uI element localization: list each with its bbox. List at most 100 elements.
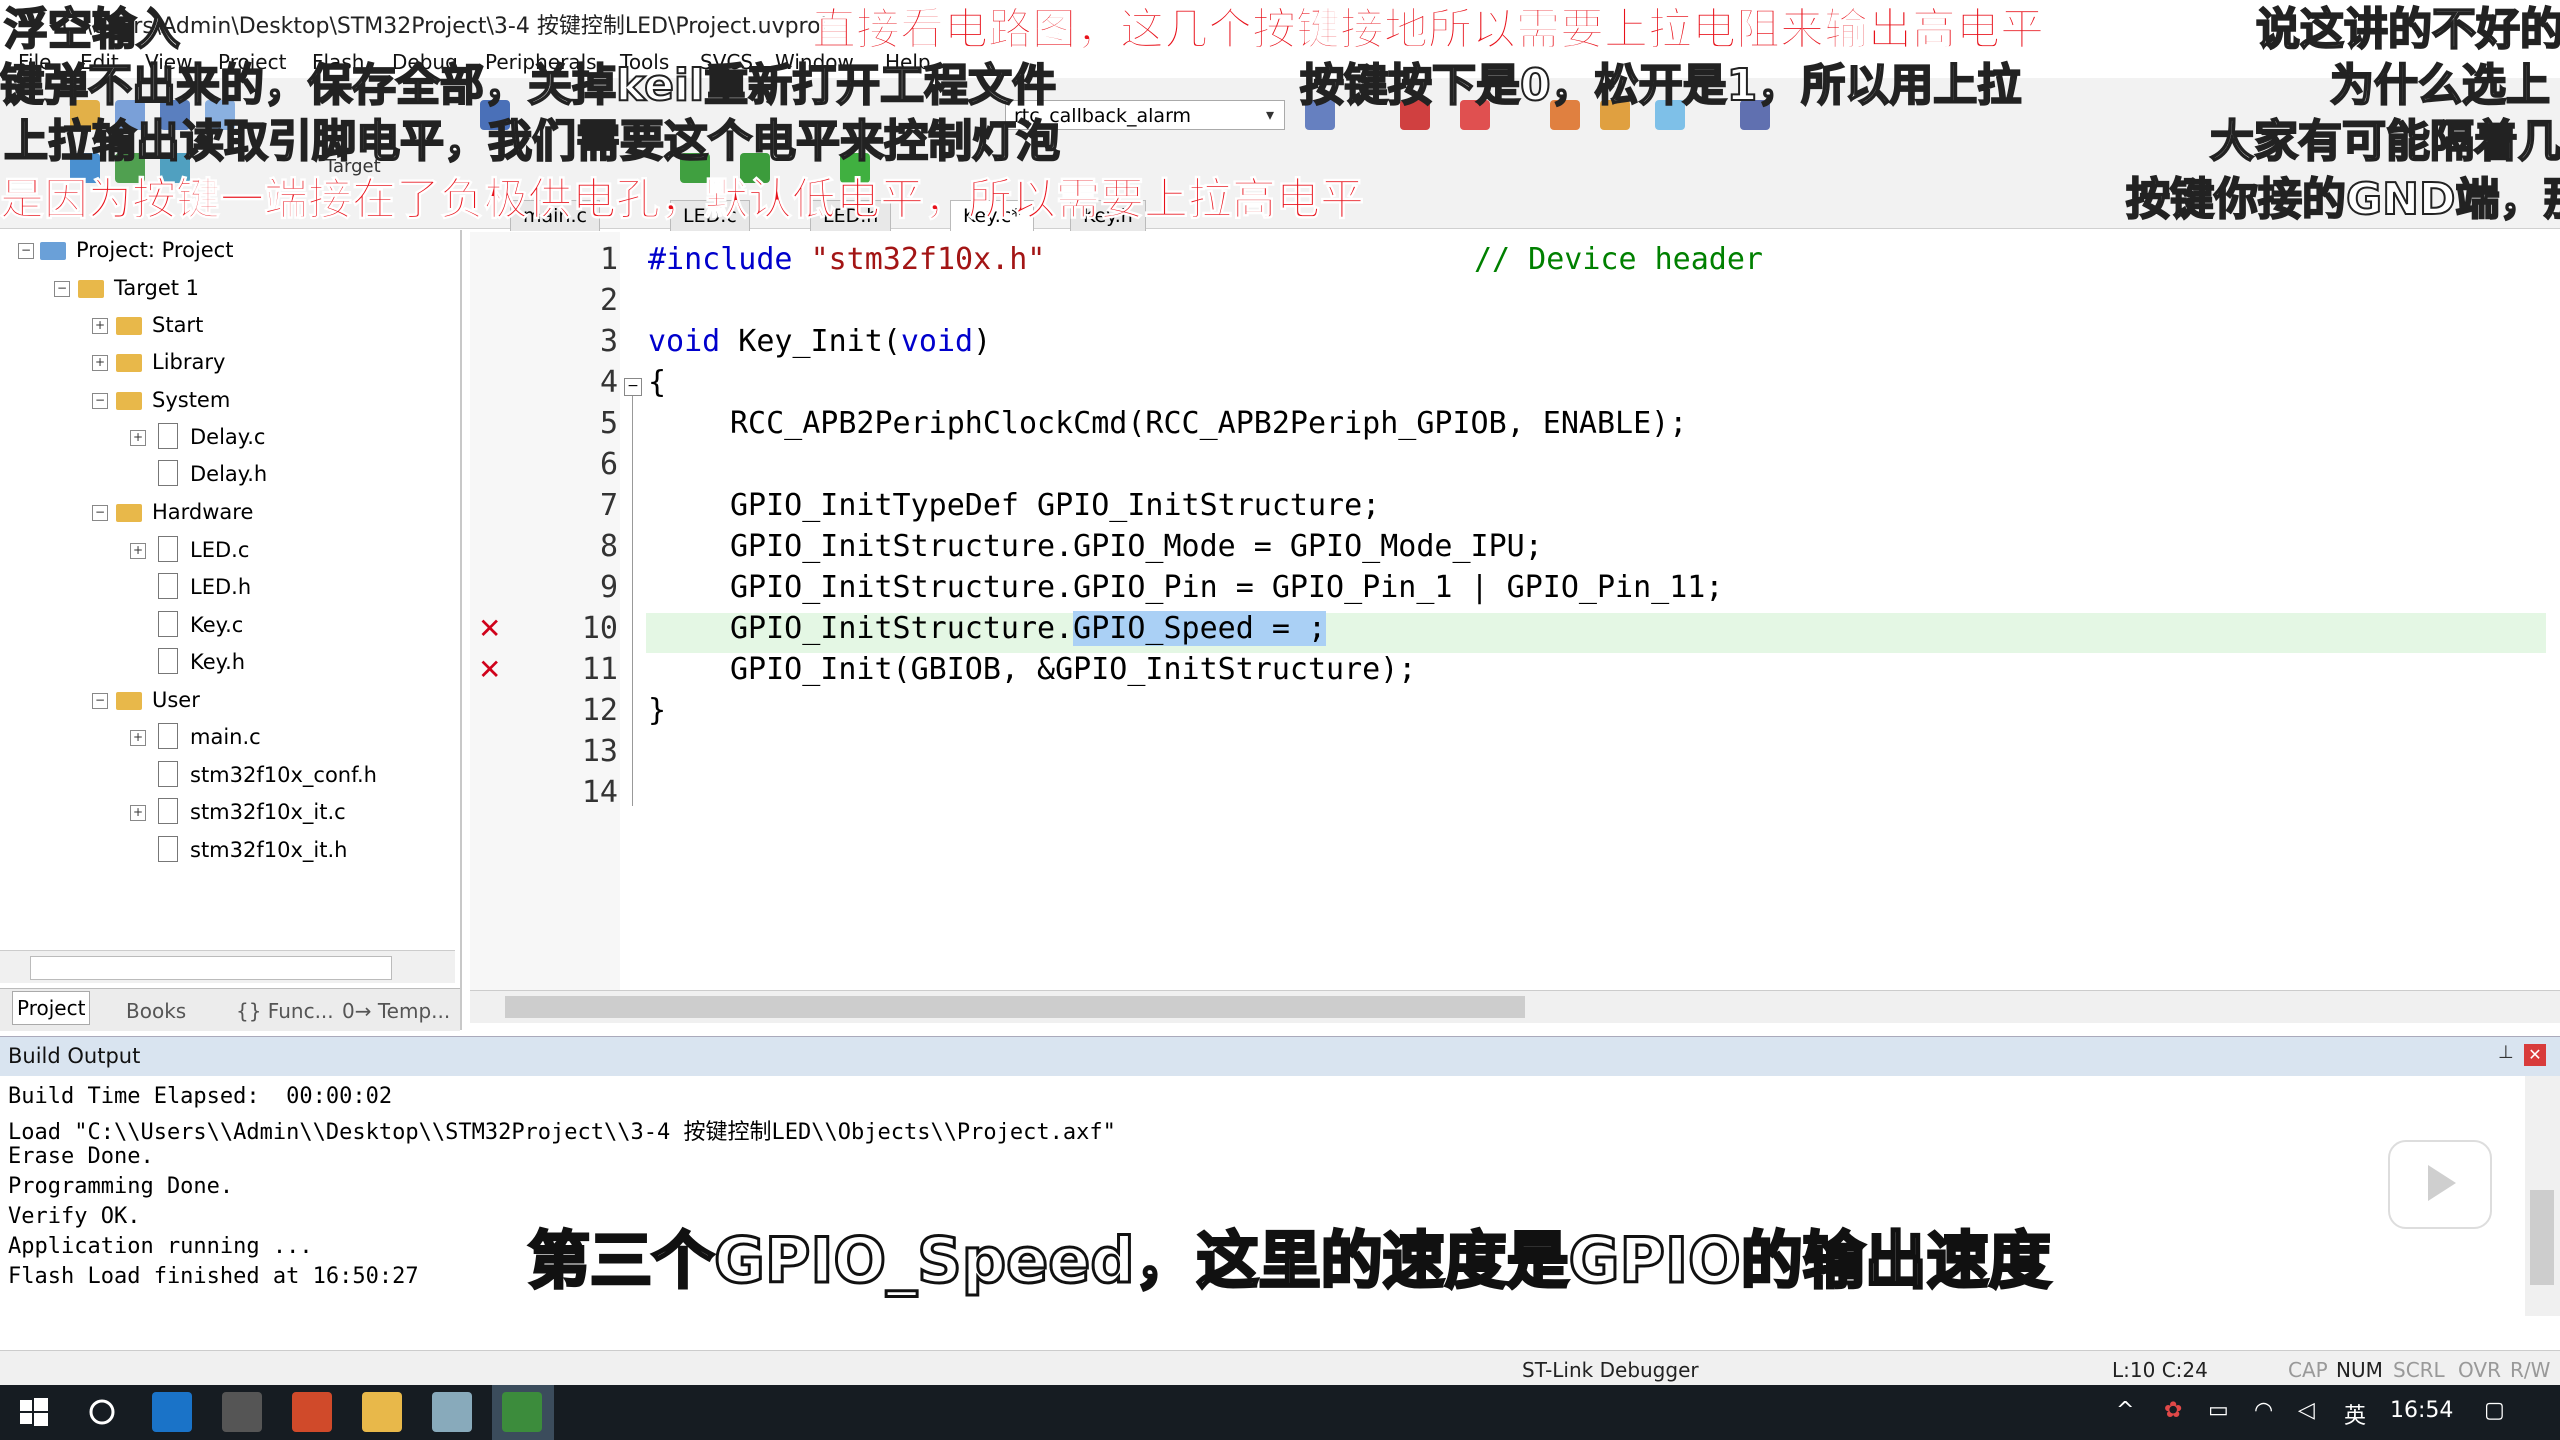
fold-line bbox=[632, 386, 633, 806]
notifications-icon[interactable]: ▢ bbox=[2484, 1398, 2505, 1423]
build-output-scroll-thumb[interactable] bbox=[2530, 1190, 2554, 1285]
line-number: 6 bbox=[599, 447, 618, 482]
line-number: 9 bbox=[599, 570, 618, 605]
tree-item-delay-h[interactable]: Delay.h bbox=[158, 458, 267, 490]
main-subtitle: 第三个GPIO_Speed，这里的速度是GPIO的输出速度 bbox=[527, 1224, 2053, 1297]
file-icon bbox=[158, 573, 178, 599]
play-icon bbox=[2428, 1165, 2456, 1201]
code-line-3[interactable]: void Key_Init(void) bbox=[648, 324, 991, 359]
subtitle-overlay: 键弹不出来的，保存全部，关掉keil重新打开工程文件 bbox=[0, 60, 1057, 111]
battery-icon[interactable]: ▭ bbox=[2208, 1398, 2229, 1423]
tree-item-led-c[interactable]: LED.c bbox=[158, 534, 249, 566]
tab-templates[interactable]: 0→ Temp... bbox=[342, 995, 450, 1027]
folder-icon bbox=[78, 280, 104, 298]
tree-item-it-h[interactable]: stm32f10x_it.h bbox=[158, 834, 347, 866]
folder-open-icon bbox=[116, 504, 142, 522]
file-icon bbox=[158, 798, 178, 824]
status-cap: CAP bbox=[2288, 1358, 2328, 1382]
fold-collapse-icon[interactable]: − bbox=[624, 378, 642, 396]
status-debugger: ST-Link Debugger bbox=[1522, 1358, 1699, 1382]
code-line-12[interactable]: } bbox=[648, 693, 666, 728]
tab-functions[interactable]: {} Func... bbox=[236, 995, 334, 1027]
file-icon bbox=[158, 723, 178, 749]
tray-app-icon[interactable]: ✿ bbox=[2164, 1398, 2182, 1423]
tree-item-main-c[interactable]: main.c bbox=[158, 721, 261, 753]
windows-start-icon[interactable] bbox=[14, 1392, 54, 1432]
expand-icon[interactable]: + bbox=[92, 355, 108, 371]
tray-chevron-up-icon[interactable]: ^ bbox=[2116, 1398, 2134, 1423]
subtitle-overlay: 按键你接的GND端，那 bbox=[2125, 174, 2560, 225]
collapse-icon[interactable]: − bbox=[18, 243, 34, 259]
pin-icon[interactable]: ⊥ bbox=[2498, 1042, 2514, 1063]
folder-open-icon bbox=[116, 692, 142, 710]
tree-item-led-h[interactable]: LED.h bbox=[158, 571, 251, 603]
tree-item-user[interactable]: User bbox=[116, 684, 200, 716]
status-rw: R/W bbox=[2510, 1358, 2551, 1382]
code-line-1[interactable]: #include "stm32f10x.h"// Device header bbox=[648, 242, 1763, 277]
build-output-line: Programming Done. bbox=[8, 1174, 234, 1199]
tree-item-key-h[interactable]: Key.h bbox=[158, 646, 245, 678]
code-line-9[interactable]: GPIO_InitStructure.GPIO_Pin = GPIO_Pin_1… bbox=[730, 570, 1723, 605]
ime-indicator[interactable]: 英 bbox=[2344, 1398, 2366, 1430]
search-icon[interactable] bbox=[82, 1392, 122, 1432]
keil-app-icon[interactable] bbox=[502, 1392, 542, 1432]
build-output-title: Build Output bbox=[8, 1044, 141, 1068]
expand-icon[interactable]: + bbox=[130, 543, 146, 559]
tree-item-hardware[interactable]: Hardware bbox=[116, 496, 253, 528]
collapse-icon[interactable]: − bbox=[92, 505, 108, 521]
tree-item-key-c[interactable]: Key.c bbox=[158, 609, 243, 641]
status-scrl: SCRL bbox=[2393, 1358, 2445, 1382]
build-output-header bbox=[0, 1036, 2560, 1077]
line-number: 8 bbox=[599, 529, 618, 564]
tab-project[interactable]: Project bbox=[12, 991, 91, 1025]
collapse-icon[interactable]: − bbox=[92, 393, 108, 409]
expand-icon[interactable]: + bbox=[92, 318, 108, 334]
collapse-icon[interactable]: − bbox=[92, 693, 108, 709]
code-line-10[interactable]: GPIO_InitStructure.GPIO_Speed = ; bbox=[730, 611, 1327, 646]
code-line-8[interactable]: GPIO_InitStructure.GPIO_Mode = GPIO_Mode… bbox=[730, 529, 1543, 564]
editor-scroll-thumb[interactable] bbox=[505, 996, 1525, 1018]
code-line-11[interactable]: GPIO_Init(GBIOB, &GPIO_InitStructure); bbox=[730, 652, 1416, 687]
code-line-4[interactable]: { bbox=[648, 365, 666, 400]
tree-item-delay-c[interactable]: Delay.c bbox=[158, 421, 265, 453]
code-line-5[interactable]: RCC_APB2PeriphClockCmd(RCC_APB2Periph_GP… bbox=[730, 406, 1687, 441]
tree-item-it-c[interactable]: stm32f10x_it.c bbox=[158, 796, 346, 828]
file-explorer-icon[interactable] bbox=[362, 1392, 402, 1432]
file-icon bbox=[158, 648, 178, 674]
collapse-icon[interactable]: − bbox=[54, 281, 70, 297]
camera-app-icon[interactable] bbox=[222, 1392, 262, 1432]
line-number: 2 bbox=[599, 283, 618, 318]
expand-icon[interactable]: + bbox=[130, 430, 146, 446]
line-number: 14 bbox=[581, 775, 618, 810]
line-number: 4 bbox=[599, 365, 618, 400]
line-number: 7 bbox=[599, 488, 618, 523]
line-number: 5 bbox=[599, 406, 618, 441]
photos-app-icon[interactable] bbox=[432, 1392, 472, 1432]
code-line-7[interactable]: GPIO_InitTypeDef GPIO_InitStructure; bbox=[730, 488, 1380, 523]
build-output-line: Application running ... bbox=[8, 1234, 313, 1259]
tree-item-system[interactable]: System bbox=[116, 384, 230, 416]
tab-books[interactable]: Books bbox=[126, 995, 186, 1027]
tree-item-library[interactable]: Library bbox=[116, 346, 225, 378]
powerpoint-icon[interactable] bbox=[292, 1392, 332, 1432]
chevron-down-icon[interactable]: ▾ bbox=[1255, 100, 1285, 130]
file-icon bbox=[158, 536, 178, 562]
edge-browser-icon[interactable] bbox=[152, 1392, 192, 1432]
tree-item-conf-h[interactable]: stm32f10x_conf.h bbox=[158, 759, 377, 791]
expand-icon[interactable]: + bbox=[130, 730, 146, 746]
tree-item-project[interactable]: Project: Project bbox=[40, 234, 233, 266]
selected-text[interactable]: GPIO_Speed = ; bbox=[1073, 611, 1327, 646]
expand-icon[interactable]: + bbox=[130, 805, 146, 821]
close-icon[interactable]: ✕ bbox=[2524, 1044, 2546, 1066]
subtitle-overlay: 说这讲的不好的 bbox=[2255, 4, 2560, 55]
wifi-icon[interactable]: ◠ bbox=[2254, 1398, 2273, 1423]
volume-icon[interactable]: ◁ bbox=[2298, 1398, 2315, 1423]
file-icon bbox=[158, 761, 178, 787]
project-pane-scroll-thumb[interactable] bbox=[30, 956, 392, 980]
tree-item-start[interactable]: Start bbox=[116, 309, 203, 341]
build-output-line: Build Time Elapsed: 00:00:02 bbox=[8, 1084, 393, 1109]
file-icon bbox=[158, 423, 178, 449]
tree-item-target[interactable]: Target 1 bbox=[78, 272, 199, 304]
clock[interactable]: 16:54 bbox=[2390, 1398, 2453, 1423]
folder-icon bbox=[116, 354, 142, 372]
